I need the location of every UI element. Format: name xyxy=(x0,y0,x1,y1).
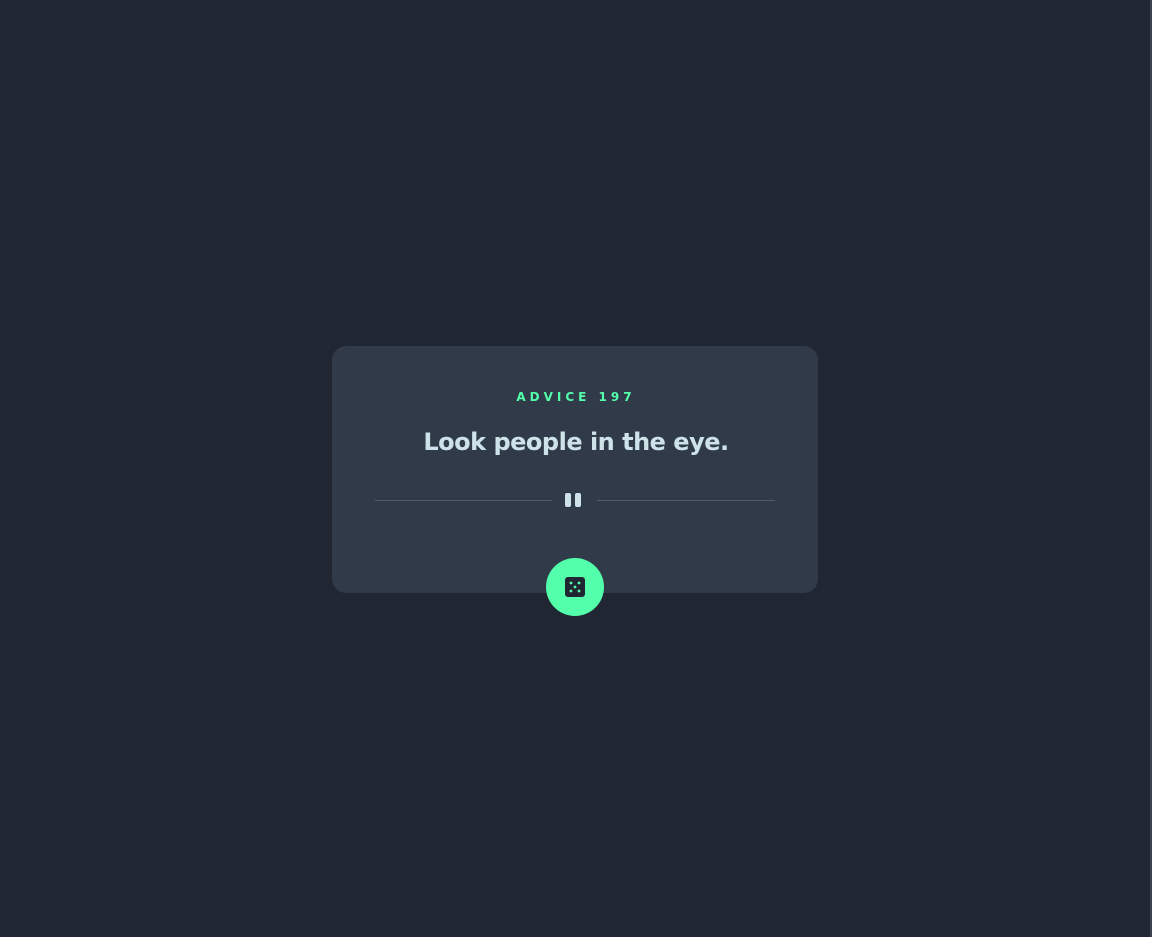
new-advice-button[interactable] xyxy=(546,558,604,616)
divider-line-left xyxy=(375,500,552,501)
advice-card xyxy=(332,346,818,593)
pause-icon xyxy=(565,493,585,507)
dice-icon xyxy=(565,577,585,597)
advice-id-label: ADVICE 197 xyxy=(516,390,636,404)
page: ADVICE 197 Look people in the eye. xyxy=(0,0,1152,937)
advice-quote: Look people in the eye. xyxy=(423,428,729,456)
divider xyxy=(375,488,775,512)
pause-bar-right xyxy=(575,493,581,507)
pause-bar-left xyxy=(565,493,571,507)
divider-line-right xyxy=(597,500,775,501)
